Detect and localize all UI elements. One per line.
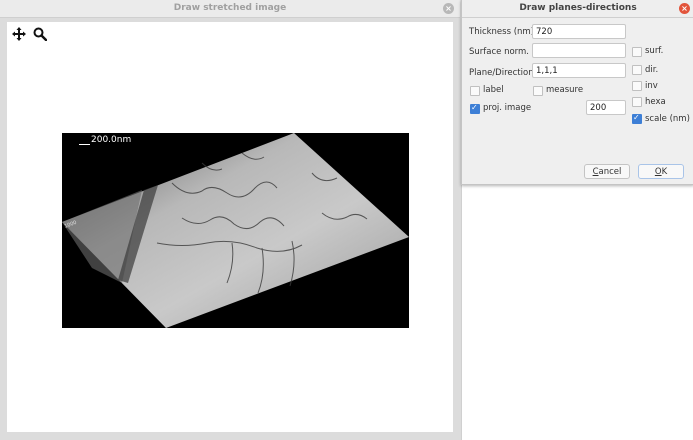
scale-label: scale (nm) bbox=[645, 114, 690, 124]
ok-mnemonic: O bbox=[654, 167, 662, 177]
ok-label: K bbox=[661, 167, 668, 177]
move-icon[interactable] bbox=[12, 27, 26, 41]
cancel-label: ancel bbox=[598, 167, 622, 177]
proj-image-checkbox[interactable] bbox=[470, 103, 480, 114]
magnifier-icon[interactable] bbox=[33, 27, 47, 41]
close-icon[interactable]: × bbox=[443, 3, 454, 14]
plane-direction-input[interactable]: 1,1,1 bbox=[532, 63, 626, 78]
dir-label: dir. bbox=[645, 65, 659, 75]
scale-checkbox[interactable] bbox=[632, 113, 642, 124]
close-icon[interactable]: × bbox=[679, 3, 690, 14]
measure-label: measure bbox=[546, 85, 584, 95]
label-checkbox[interactable] bbox=[470, 86, 480, 96]
stretched-micrograph: 1000 200.0nm bbox=[62, 133, 409, 328]
surf-checkbox[interactable] bbox=[632, 47, 642, 57]
ok-button[interactable]: OK bbox=[638, 164, 684, 179]
dir-checkbox[interactable] bbox=[632, 65, 642, 75]
dialog-titlebar: Draw planes-directions × bbox=[462, 0, 693, 18]
dialog-title: Draw planes-directions bbox=[519, 3, 637, 13]
surf-label: surf. bbox=[645, 46, 664, 56]
label-checkbox-label: label bbox=[483, 85, 504, 95]
window-titlebar: Draw stretched image × bbox=[0, 0, 460, 18]
background-area bbox=[461, 185, 693, 440]
image-canvas[interactable]: 1000 200.0nm bbox=[7, 22, 453, 432]
inv-label: inv bbox=[645, 81, 658, 91]
planes-directions-dialog: Draw planes-directions × Thickness (nm) … bbox=[461, 0, 693, 185]
micrograph-image: 1000 bbox=[62, 133, 409, 328]
stretched-image-window: Draw stretched image × 1000 200.0nm bbox=[0, 0, 460, 440]
surface-norm-input[interactable] bbox=[532, 43, 626, 58]
surface-norm-label: Surface norm. bbox=[469, 47, 529, 57]
scale-bar bbox=[79, 144, 90, 145]
thickness-input[interactable]: 720 bbox=[532, 24, 626, 39]
hexa-checkbox[interactable] bbox=[632, 97, 642, 107]
proj-image-label: proj. image bbox=[483, 103, 532, 113]
plane-direction-label: Plane/Direction bbox=[469, 68, 534, 78]
measure-checkbox[interactable] bbox=[533, 86, 543, 96]
thickness-label: Thickness (nm) bbox=[469, 27, 535, 37]
hexa-label: hexa bbox=[645, 97, 666, 107]
cancel-button[interactable]: Cancel bbox=[584, 164, 630, 179]
proj-image-input[interactable]: 200 bbox=[586, 100, 626, 115]
scale-bar-label: 200.0nm bbox=[91, 135, 132, 145]
inv-checkbox[interactable] bbox=[632, 81, 642, 91]
window-title: Draw stretched image bbox=[173, 3, 287, 13]
